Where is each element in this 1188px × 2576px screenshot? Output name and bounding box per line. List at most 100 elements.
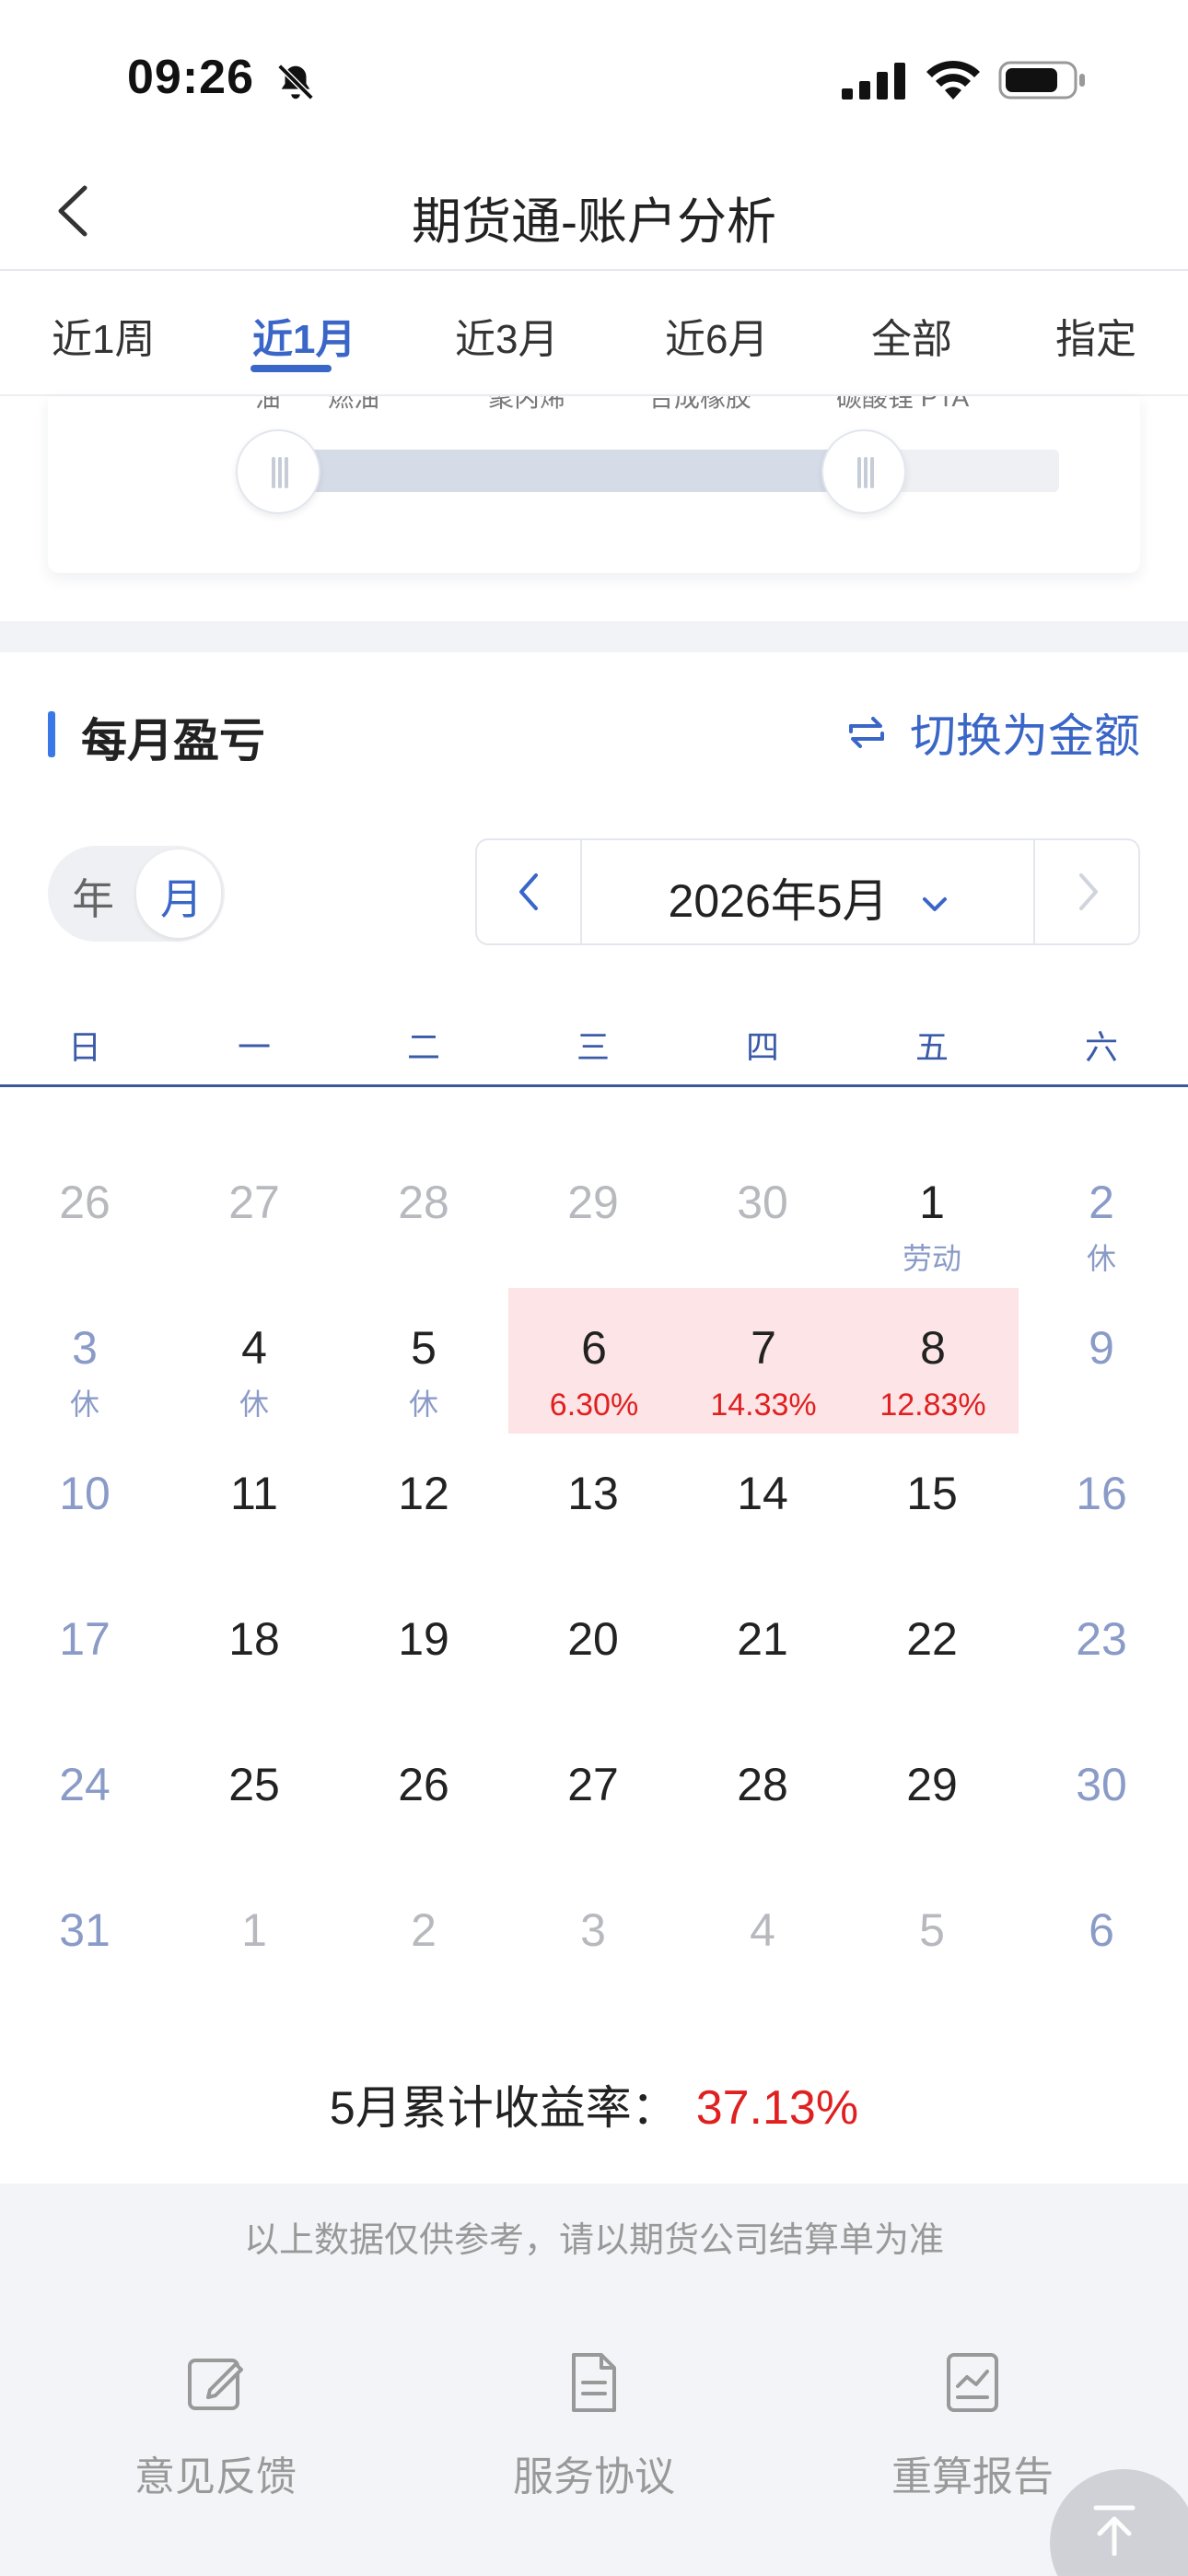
day-number: 30 [1076,1759,1127,1810]
calendar-day-cell[interactable]: 17 [0,1579,169,1725]
day-number: 16 [1076,1468,1127,1519]
calendar-grid: 26 27 28 29 30 1 劳动 2 休 3 休 4 休 5 休 6 6.30% 7 14.33% 8 12.83… [0,1142,1188,2027]
calendar-day-cell[interactable]: 15 [847,1434,1017,1579]
calendar-day-cell[interactable]: 29 [847,1725,1017,1870]
day-number: 14 [737,1468,788,1519]
swap-icon [849,717,884,748]
day-number: 1 [241,1904,267,1956]
day-number: 27 [228,1177,280,1228]
toggle-year[interactable]: 年 [72,866,114,927]
calendar-day-cell[interactable]: 24 [0,1725,169,1870]
calendar-day-cell[interactable]: 5 [847,1870,1017,2016]
tab-1-week[interactable]: 近1周 [52,306,155,365]
day-number: 28 [398,1177,449,1228]
day-number: 29 [567,1177,619,1228]
calendar-day-cell[interactable]: 14 [678,1434,847,1579]
slider-label: ''油 [245,396,281,412]
calendar-day-cell[interactable]: 4 [678,1870,847,2016]
calendar-day-cell[interactable]: 26 [0,1142,169,1288]
calendar-day-cell[interactable]: 19 [339,1579,508,1725]
calendar-day-cell[interactable]: 11 [169,1434,339,1579]
calendar-day-cell[interactable]: 4休 [169,1288,339,1434]
month-selector[interactable]: 2026年5月 [582,864,1035,931]
tab-1-month[interactable]: 近1月 [252,306,355,365]
cumulative-label: 5月累计收益率： [329,2082,678,2134]
calendar-day-cell[interactable]: 23 [1017,1579,1186,1725]
calendar-day-cell[interactable]: 20 [508,1579,678,1725]
tab-3-months[interactable]: 近3月 [455,306,558,365]
wifi-icon [926,60,980,100]
year-month-toggle[interactable]: 年 月 [48,846,225,942]
next-month-button[interactable] [1033,840,1138,943]
toggle-month[interactable]: 月 [160,866,203,927]
slider-handle-start[interactable] [236,429,320,514]
calendar-day-cell[interactable]: 25 [169,1725,339,1870]
day-number: 10 [59,1468,111,1519]
weekday-header: 日一二三四五六 [0,1010,1188,1087]
calendar-day-cell[interactable]: 30 [1017,1725,1186,1870]
switch-to-amount-button[interactable]: 切换为金额 [842,700,1140,765]
calendar-day-cell[interactable]: 2 [339,1870,508,2016]
day-note: 劳动 [902,1242,961,1275]
section-divider [0,621,1188,652]
day-note: 休 [408,1388,438,1421]
weekday-label: 三 [576,1028,610,1066]
calendar-day-cell[interactable]: 6 [1017,1870,1186,2016]
day-number: 19 [398,1613,449,1665]
calendar-day-cell[interactable]: 26 [339,1725,508,1870]
chevron-right-icon [1079,873,1098,910]
tab-custom[interactable]: 指定 [1055,306,1136,365]
calendar-day-cell[interactable]: 5休 [339,1288,508,1434]
section-title: 每月盈亏 [81,715,265,767]
day-return-rate: 6.30% [549,1388,639,1423]
day-number: 25 [228,1759,280,1810]
calendar-day-cell[interactable]: 1 [169,1870,339,2016]
day-number: 30 [737,1177,788,1228]
slider-label: 燃油 [328,396,380,412]
day-number: 17 [59,1613,111,1665]
calendar-day-cell[interactable]: 28 [678,1725,847,1870]
calendar-day-cell[interactable]: 28 [339,1142,508,1288]
calendar-day-cell[interactable]: 3休 [0,1288,169,1434]
day-number: 21 [737,1613,788,1665]
calendar-day-cell[interactable]: 7 14.33% [678,1288,849,1434]
service-agreement-button[interactable]: 服务协议 [474,2349,714,2502]
calendar-day-cell[interactable]: 13 [508,1434,678,1579]
feedback-button[interactable]: 意见反馈 [96,2349,335,2502]
day-number: 2 [411,1904,437,1956]
chevron-down-icon [923,896,948,911]
recalculate-report-button[interactable]: 重算报告 [853,2349,1092,2502]
day-note: 休 [1086,1242,1116,1275]
calendar-day-cell[interactable]: 27 [169,1142,339,1288]
slider-handle-end[interactable] [821,429,906,514]
slider-label: 聚丙烯 [488,396,566,412]
calendar-day-cell[interactable]: 21 [678,1579,847,1725]
calendar-day-cell[interactable]: 16 [1017,1434,1186,1579]
calendar-day-cell[interactable]: 3 [508,1870,678,2016]
tab-6-months[interactable]: 近6月 [665,306,768,365]
slider-label: 碳酸锂 PTA [836,396,970,412]
tab-all[interactable]: 全部 [871,306,952,365]
calendar-day-cell[interactable]: 9 [1017,1288,1186,1434]
day-number: 8 [920,1322,946,1374]
weekday-label: 六 [1084,1028,1118,1066]
prev-month-button[interactable] [477,840,582,943]
calendar-day-cell[interactable]: 1 劳动 [847,1142,1017,1288]
calendar-day-cell[interactable]: 10 [0,1434,169,1579]
calendar-day-cell[interactable]: 27 [508,1725,678,1870]
calendar-day-cell[interactable]: 8 12.83% [847,1288,1019,1434]
selected-month: 2026年5月 [668,875,889,927]
calendar-day-cell[interactable]: 18 [169,1579,339,1725]
calendar-day-cell[interactable]: 29 [508,1142,678,1288]
calendar-day-cell[interactable]: 12 [339,1434,508,1579]
calendar-day-cell[interactable]: 31 [0,1870,169,2016]
feedback-label: 意见反馈 [134,2454,297,2500]
calendar-day-cell[interactable]: 2休 [1017,1142,1186,1288]
calendar-day-cell[interactable]: 30 [678,1142,847,1288]
calendar-day-cell[interactable]: 22 [847,1579,1017,1725]
day-number: 4 [241,1322,267,1374]
day-note: 休 [239,1388,269,1421]
day-number: 27 [567,1759,619,1810]
calendar-day-cell[interactable]: 6 6.30% [508,1288,680,1434]
day-number: 31 [59,1904,111,1956]
